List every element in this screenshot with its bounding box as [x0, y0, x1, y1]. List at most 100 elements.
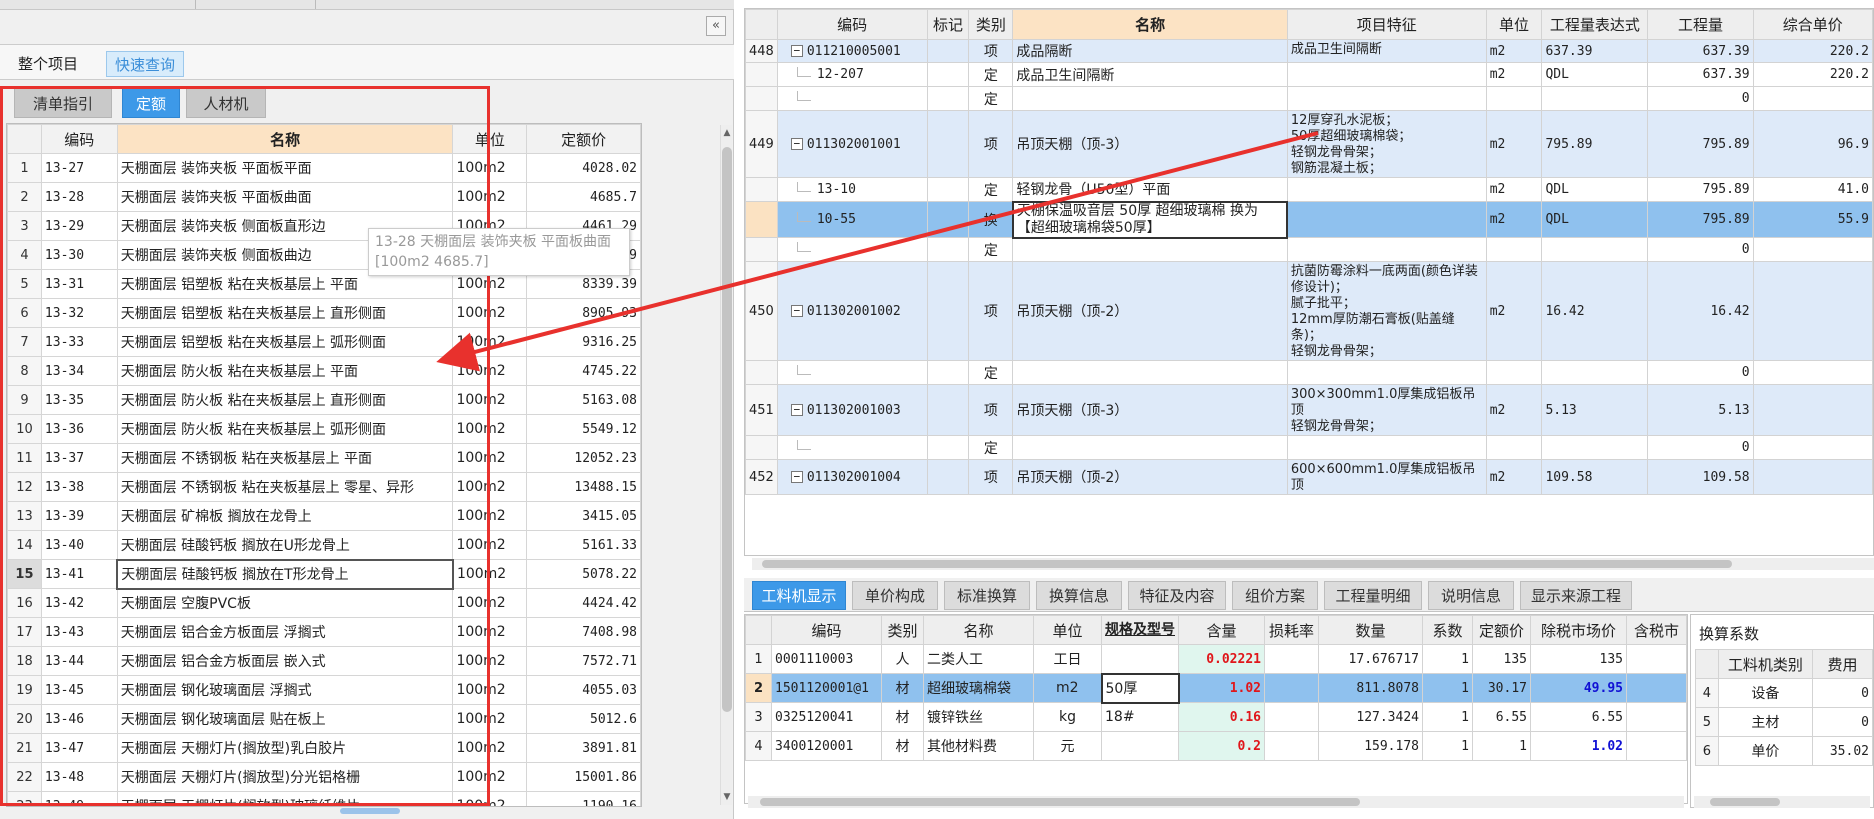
bill-name[interactable]	[1012, 435, 1288, 460]
labor-count[interactable]: 127.3424	[1318, 702, 1423, 732]
left-vertical-scrollbar[interactable]: ▲ ▼	[720, 125, 732, 805]
labor-spec[interactable]	[1101, 731, 1179, 761]
bill-name[interactable]: 吊顶天棚（顶-2）	[1012, 459, 1288, 495]
labor-coefficient[interactable]: 1	[1422, 644, 1473, 674]
row-index[interactable]: 6	[7, 298, 42, 328]
row-index[interactable]: 21	[7, 733, 42, 763]
bill-unit[interactable]: m2	[1485, 459, 1543, 495]
labor-row[interactable]: 3 0325120041 材镀锌铁丝 kg 18# 0.16 127.3424 1 6.55 6.…	[745, 702, 1687, 732]
bill-category[interactable]: 定	[968, 62, 1014, 87]
bill-mark[interactable]	[926, 261, 970, 361]
quota-unit[interactable]: 100m2	[452, 559, 528, 589]
bill-unit-price[interactable]	[1752, 384, 1873, 436]
bill-mark[interactable]	[926, 86, 970, 111]
bill-row[interactable]: 定0	[745, 86, 1873, 111]
scope-whole-project-button[interactable]: 整个项目	[10, 51, 86, 77]
coef-row[interactable]: 5 主材 0	[1695, 707, 1873, 737]
quota-code[interactable]: 13-30	[40, 240, 118, 270]
bill-row[interactable]: 10-55 换天棚保温吸音层 50厚 超细玻璃棉 换为【超细玻璃棉袋50厚】 m2 Q…	[745, 200, 1873, 239]
quota-price[interactable]: 7408.98	[526, 617, 641, 647]
quota-code[interactable]: 13-29	[40, 211, 118, 241]
labor-category[interactable]: 人	[881, 644, 924, 674]
bill-features[interactable]: 300×300mm1.0厚集成铝板吊顶 轻钢龙骨骨架；	[1286, 384, 1487, 436]
bill-unit-price[interactable]: 55.9	[1752, 201, 1873, 238]
bill-quantity[interactable]: 109.58	[1647, 459, 1754, 495]
quota-name[interactable]: 天棚面层 钢化玻璃面层 贴在板上	[116, 704, 454, 734]
bill-unit-price[interactable]	[1752, 459, 1873, 495]
bill-name[interactable]	[1012, 237, 1288, 262]
col-header-unit-price[interactable]: 综合单价	[1752, 9, 1873, 40]
row-index[interactable]: 3	[7, 211, 42, 241]
quota-code[interactable]: 13-32	[40, 298, 118, 328]
col-header-name[interactable]: 名称	[1012, 9, 1288, 40]
bill-category[interactable]: 项	[968, 39, 1014, 63]
bill-row[interactable]: 定0	[745, 237, 1873, 262]
col-name[interactable]: 名称	[923, 615, 1034, 645]
bill-category[interactable]: 定	[968, 237, 1014, 262]
tree-collapse-icon[interactable]: −	[790, 138, 803, 150]
col-quota-price[interactable]: 定额价	[1472, 615, 1531, 645]
quota-price[interactable]: 3415.05	[526, 501, 641, 531]
coef-category[interactable]: 主材	[1717, 707, 1814, 737]
labor-row[interactable]: 1 0001110003 人二类人工 工日 0.02221 17.676717 1 135 13…	[745, 644, 1687, 674]
bill-category[interactable]: 项	[968, 261, 1014, 361]
quota-code[interactable]: 13-39	[40, 501, 118, 531]
bill-expression[interactable]: 795.89	[1541, 110, 1649, 178]
bill-category[interactable]: 定	[968, 86, 1014, 111]
row-index[interactable]: 23	[7, 791, 42, 806]
quota-name[interactable]: 天棚面层 装饰夹板 平面板平面	[116, 153, 454, 183]
row-index[interactable]: 2	[7, 182, 42, 212]
coef-horizontal-scrollbar[interactable]	[1694, 796, 1870, 808]
col-header-quantity[interactable]: 工程量	[1647, 9, 1754, 40]
quota-unit[interactable]: 100m2	[452, 298, 528, 328]
quota-unit[interactable]: 100m2	[452, 356, 528, 386]
quota-row[interactable]: 8 13-34 天棚面层 防火板 粘在夹板基层上 平面 100m2 4745.22	[7, 356, 641, 386]
quota-code[interactable]: 13-38	[40, 472, 118, 502]
bill-mark[interactable]	[926, 435, 970, 460]
col-header-unit[interactable]: 单位	[452, 124, 528, 154]
bill-name[interactable]: 天棚保温吸音层 50厚 超细玻璃棉 换为【超细玻璃棉袋50厚】	[1011, 200, 1289, 239]
bill-name[interactable]	[1012, 86, 1288, 111]
quota-price[interactable]: 4055.03	[526, 675, 641, 705]
tab-quota[interactable]: 定额	[122, 88, 180, 118]
bill-row[interactable]: 定0	[745, 435, 1873, 460]
bill-unit-price[interactable]: 41.0	[1752, 177, 1873, 202]
row-index[interactable]: 20	[7, 704, 42, 734]
tab-standard-conversion[interactable]: 标准换算	[944, 581, 1030, 610]
labor-count[interactable]: 159.178	[1318, 731, 1423, 761]
bill-mark[interactable]	[926, 62, 970, 87]
quota-name[interactable]: 天棚面层 装饰夹板 平面板曲面	[116, 182, 454, 212]
tab-pricing-scheme[interactable]: 组价方案	[1232, 581, 1318, 610]
quota-row[interactable]: 12 13-38 天棚面层 不锈钢板 粘在夹板基层上 零星、异形 100m2 13488…	[7, 472, 641, 502]
bill-code[interactable]: 10-55	[776, 201, 928, 238]
row-index[interactable]: 10	[7, 414, 42, 444]
bill-name[interactable]: 吊顶天棚（顶-2）	[1012, 261, 1288, 361]
labor-category[interactable]: 材	[881, 731, 924, 761]
labor-code[interactable]: 3400120001	[771, 731, 882, 761]
col-header-category[interactable]: 类别	[968, 9, 1014, 40]
bill-features[interactable]: 600×600mm1.0厚集成铝板吊顶	[1286, 459, 1487, 495]
quota-row[interactable]: 21 13-47 天棚面层 天棚灯片(搁放型)乳白胶片 100m2 3891.81	[7, 733, 641, 763]
labor-content[interactable]: 0.16	[1178, 702, 1265, 732]
quota-unit[interactable]: 100m2	[452, 617, 528, 647]
bill-features[interactable]	[1286, 86, 1487, 111]
quota-row[interactable]: 20 13-46 天棚面层 钢化玻璃面层 贴在板上 100m2 5012.6	[7, 704, 641, 734]
bill-quantity[interactable]: 637.39	[1647, 39, 1754, 63]
labor-unit[interactable]: kg	[1033, 702, 1102, 732]
quota-code[interactable]: 13-35	[40, 385, 118, 415]
row-index[interactable]: 13	[7, 501, 42, 531]
bill-unit-price[interactable]	[1752, 261, 1873, 361]
bill-row[interactable]: 448−011210005001 项成品隔断 成品卫生间隔断 m2 637.39 637.…	[745, 39, 1873, 63]
row-index[interactable]: 15	[7, 559, 42, 589]
bill-quantity[interactable]: 795.89	[1647, 177, 1754, 202]
labor-grid-horizontal-scrollbar[interactable]	[748, 796, 1684, 808]
quota-code[interactable]: 13-31	[40, 269, 118, 299]
quota-unit[interactable]: 100m2	[452, 414, 528, 444]
bill-features[interactable]	[1286, 62, 1487, 87]
row-index[interactable]: 14	[7, 530, 42, 560]
col-header-index[interactable]	[745, 9, 778, 40]
row-index[interactable]: 8	[7, 356, 42, 386]
quota-price[interactable]: 4745.22	[526, 356, 641, 386]
row-index[interactable]: 18	[7, 646, 42, 676]
bill-quantity[interactable]: 16.42	[1647, 261, 1754, 361]
